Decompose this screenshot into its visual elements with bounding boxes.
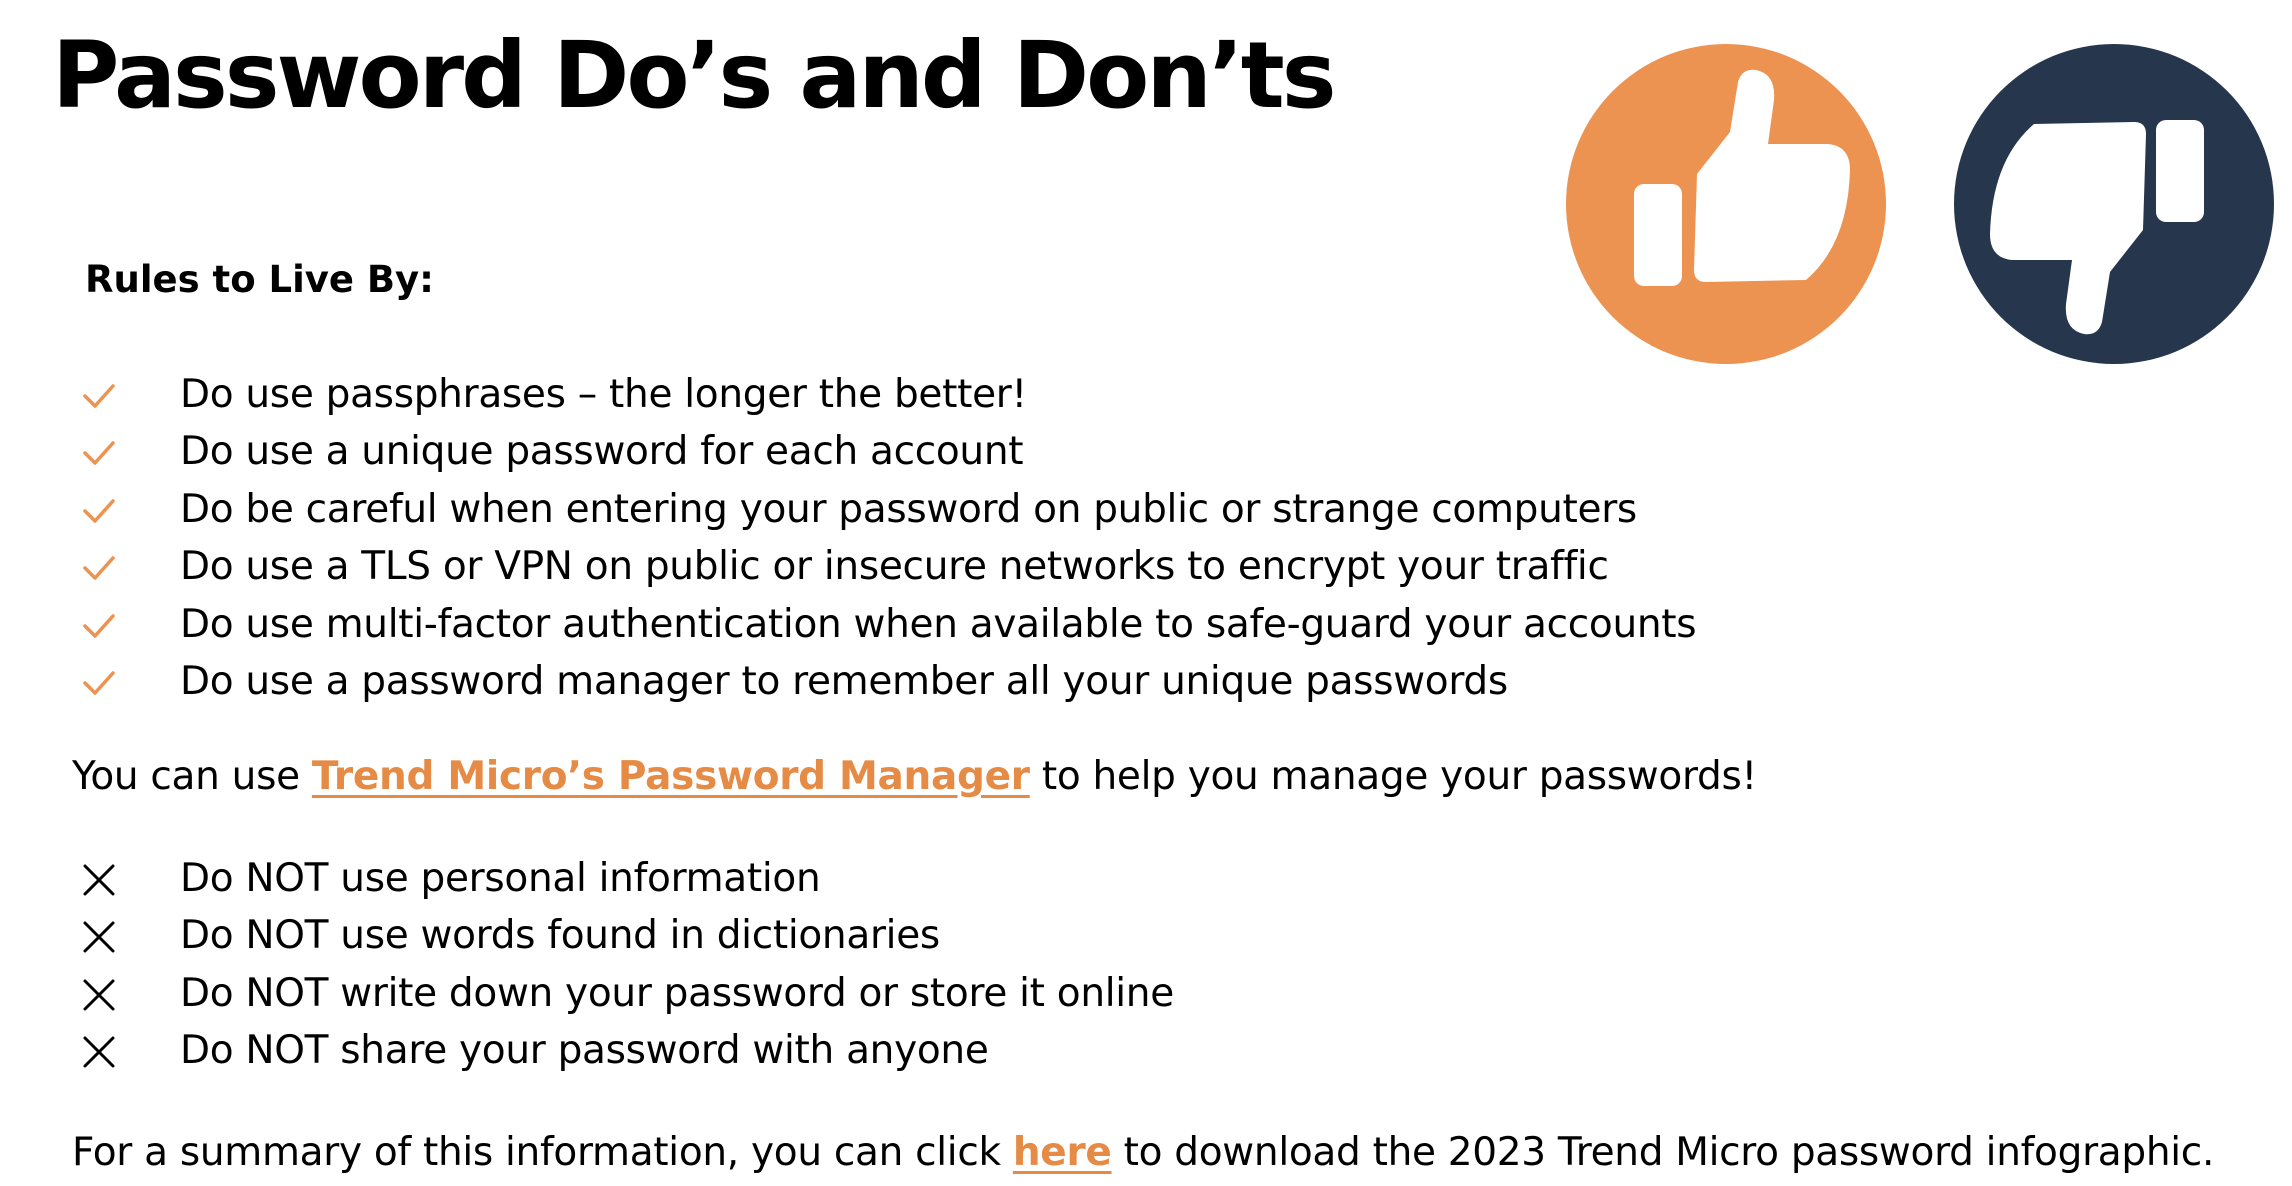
note-text-before: You can use — [72, 754, 312, 799]
checkmark-icon — [80, 377, 118, 415]
password-manager-note: You can use Trend Micro’s Password Manag… — [72, 748, 1757, 806]
checkmark-icon — [80, 434, 118, 472]
summary-text-after: to download the 2023 Trend Micro passwor… — [1111, 1130, 2215, 1175]
checkmark-icon — [80, 607, 118, 645]
list-item-text: Do use a unique password for each accoun… — [180, 429, 1024, 475]
list-item-text: Do use passphrases – the longer the bett… — [180, 372, 1027, 417]
thumbs-up-icon — [1566, 44, 1886, 364]
thumbs-down-icon — [1954, 44, 2274, 364]
list-item-text: Do use a password manager to remember al… — [180, 658, 1508, 704]
checkmark-icon — [80, 549, 118, 587]
summary-text-before: For a summary of this information, you c… — [72, 1130, 1013, 1175]
cross-icon — [80, 918, 118, 956]
checkmark-icon — [80, 664, 118, 702]
list-item-text: Do use a TLS or VPN on public or insecur… — [180, 544, 1609, 590]
list-item-text: Do use multi-factor authentication when … — [180, 601, 1697, 647]
list-item-text: Do NOT use personal information — [180, 856, 821, 901]
rules-heading: Rules to Live By: — [85, 258, 434, 301]
list-item-text: Do be careful when entering your passwor… — [180, 486, 1637, 532]
checkmark-icon — [80, 492, 118, 530]
note-text-after: to help you manage your passwords! — [1029, 754, 1757, 799]
list-item-text: Do NOT share your password with anyone — [180, 1028, 989, 1074]
page-title: Password Do’s and Don’ts — [52, 22, 1337, 129]
list-item-text: Do NOT use words found in dictionaries — [180, 913, 940, 959]
list-item-text: Do NOT write down your password or store… — [180, 970, 1174, 1016]
cross-icon — [80, 861, 118, 899]
cross-icon — [80, 1033, 118, 1071]
page: Password Do’s and Don’ts Rules to Live B… — [0, 0, 2292, 1186]
summary-note: For a summary of this information, you c… — [72, 1124, 2214, 1182]
password-manager-link[interactable]: Trend Micro’s Password Manager — [312, 754, 1030, 799]
cross-icon — [80, 976, 118, 1014]
infographic-link[interactable]: here — [1013, 1130, 1112, 1175]
